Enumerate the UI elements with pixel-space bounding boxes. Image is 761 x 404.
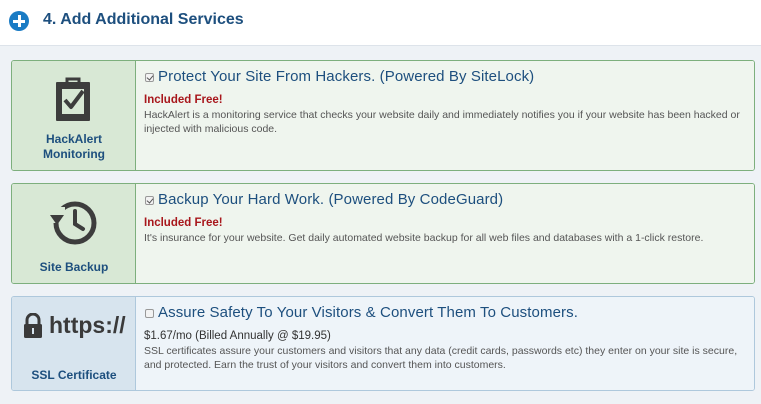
service-description: It's insurance for your website. Get dai…: [144, 232, 704, 244]
plus-circle-icon[interactable]: [9, 11, 29, 31]
service-card-ssl: https:// SSL Certificate Assure Safety T…: [11, 296, 755, 391]
shield-check-icon: [56, 77, 90, 121]
ssl-checkbox[interactable]: [145, 309, 154, 318]
service-title: Assure Safety To Your Visitors & Convert…: [158, 304, 578, 321]
service-title: Backup Your Hard Work. (Powered By CodeG…: [158, 191, 504, 208]
backup-checkbox[interactable]: [145, 196, 154, 205]
service-main-hackalert: Protect Your Site From Hackers. (Powered…: [136, 61, 754, 170]
section-header: 4. Add Additional Services: [0, 0, 761, 46]
hackalert-checkbox[interactable]: [145, 73, 154, 82]
service-description: HackAlert is a monitoring service that c…: [144, 109, 740, 135]
backup-clock-icon: [50, 201, 97, 245]
side-label: Site Backup: [39, 260, 109, 274]
service-card-backup: Site Backup Backup Your Hard Work. (Powe…: [11, 183, 755, 284]
service-main-ssl: Assure Safety To Your Visitors & Convert…: [136, 297, 754, 390]
section-title: 4. Add Additional Services: [43, 11, 244, 28]
service-side-backup: Site Backup: [12, 184, 136, 283]
side-label-line2: Monitoring: [43, 147, 105, 161]
included-free-badge: Included Free!: [144, 217, 223, 229]
service-main-backup: Backup Your Hard Work. (Powered By CodeG…: [136, 184, 754, 283]
service-side-hackalert: HackAlert Monitoring: [12, 61, 136, 170]
service-title: Protect Your Site From Hackers. (Powered…: [158, 68, 535, 85]
https-text: https://: [49, 312, 126, 338]
service-card-hackalert: HackAlert Monitoring Protect Your Site F…: [11, 60, 755, 171]
padlock-icon: [24, 313, 42, 338]
included-free-badge: Included Free!: [144, 94, 223, 106]
service-side-ssl: https:// SSL Certificate: [12, 297, 136, 390]
side-label: SSL Certificate: [31, 368, 117, 382]
service-description: SSL certificates assure your customers a…: [144, 345, 738, 371]
service-price: $1.67/mo (Billed Annually @ $19.95): [144, 330, 331, 342]
side-label-line1: HackAlert: [45, 132, 103, 146]
